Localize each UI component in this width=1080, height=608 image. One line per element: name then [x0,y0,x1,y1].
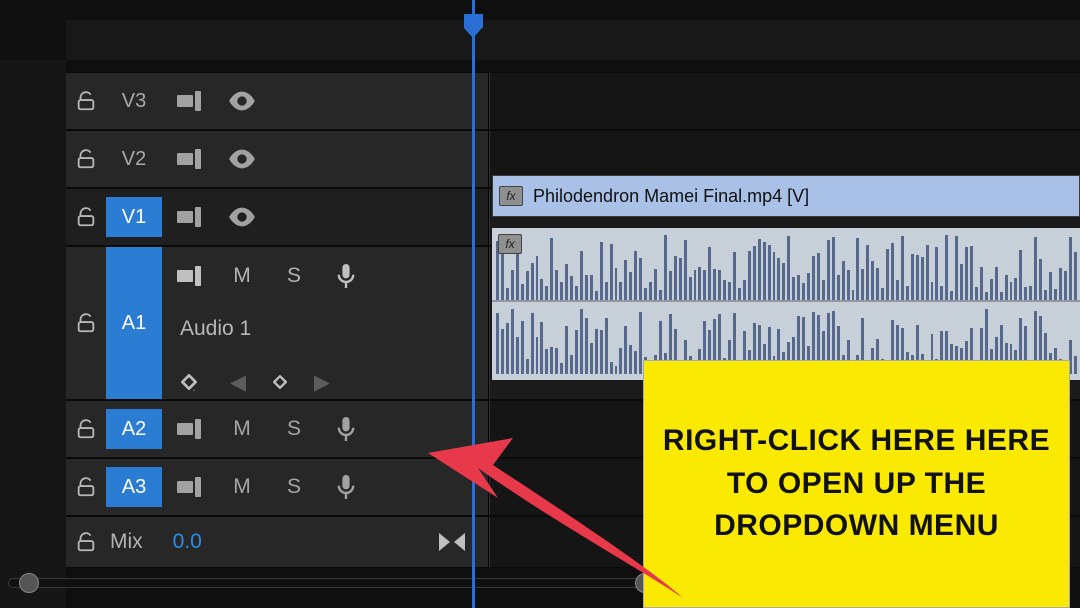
insert-overwrite-icon[interactable] [176,262,204,290]
insert-overwrite-icon[interactable] [176,415,204,443]
mute-button[interactable]: M [228,415,256,443]
track-lane-v3[interactable] [489,73,1080,129]
prev-keyframe-icon[interactable]: ◀ [224,368,252,396]
solo-button[interactable]: S [280,473,308,501]
track-label-a2[interactable]: A2 [106,409,162,449]
track-label-a3[interactable]: A3 [106,467,162,507]
solo-button[interactable]: S [280,262,308,290]
lock-icon[interactable] [72,473,100,501]
mute-button[interactable]: M [228,473,256,501]
lock-icon[interactable] [72,203,100,231]
add-keyframe-icon[interactable] [266,368,294,396]
audio-clip[interactable]: fx [492,228,1080,380]
voiceover-mic-icon[interactable] [332,262,360,290]
track-label-a1[interactable]: A1 [106,247,162,399]
lock-icon[interactable] [72,87,100,115]
video-clip-name: Philodendron Mamei Final.mp4 [V] [533,186,809,207]
track-label-v2[interactable]: V2 [106,139,162,179]
visibility-eye-icon[interactable] [228,203,256,231]
insert-overwrite-icon[interactable] [176,473,204,501]
left-gutter [0,60,66,608]
voiceover-mic-icon[interactable] [332,473,360,501]
solo-button[interactable]: S [280,415,308,443]
lock-icon[interactable] [72,415,100,443]
mix-value[interactable]: 0.0 [173,530,202,554]
fx-badge-icon[interactable]: fx [498,234,522,254]
keyframe-diamond-icon[interactable]: . [176,368,204,396]
visibility-eye-icon[interactable] [228,87,256,115]
lock-icon[interactable] [72,145,100,173]
waveform-left [492,230,1080,300]
lock-icon[interactable] [72,528,100,556]
track-label-v3[interactable]: V3 [106,81,162,121]
annotation-arrow [408,398,708,608]
voiceover-mic-icon[interactable] [332,415,360,443]
track-label-v1[interactable]: V1 [106,197,162,237]
video-clip[interactable]: fx Philodendron Mamei Final.mp4 [V] [492,175,1080,217]
lock-icon[interactable] [72,309,100,337]
audio-track-name: Audio 1 [180,317,251,341]
insert-overwrite-icon[interactable] [176,145,204,173]
time-ruler[interactable] [66,20,1080,60]
fx-badge-icon[interactable]: fx [499,186,523,206]
insert-overwrite-icon[interactable] [176,203,204,231]
next-keyframe-icon[interactable]: ▶ [308,368,336,396]
visibility-eye-icon[interactable] [228,145,256,173]
zoom-handle-left[interactable] [19,573,39,593]
mute-button[interactable]: M [228,262,256,290]
mix-label: Mix [110,530,143,554]
track-row-v3: V3 [66,72,1080,130]
insert-overwrite-icon[interactable] [176,87,204,115]
